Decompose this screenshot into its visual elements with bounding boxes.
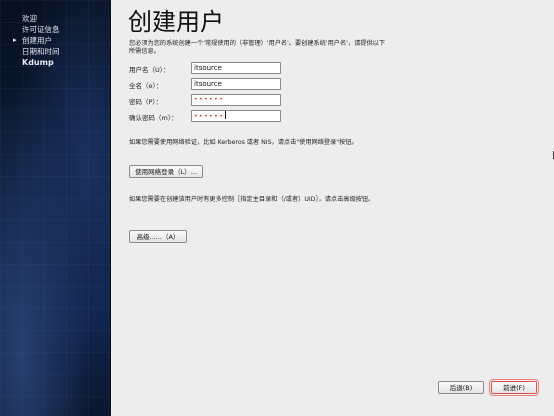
text-cursor: [225, 111, 227, 119]
advanced-text: 如果您需要在创建该用户时有更多控制［指定主目录和（/或者）UID］，请点击高级按…: [129, 196, 375, 203]
back-button[interactable]: 后退(B): [438, 381, 484, 394]
username-label: 用户名（U）：: [129, 66, 170, 74]
network-login-button[interactable]: 使用网络登录（L）...: [129, 165, 203, 178]
username-field[interactable]: itsource: [191, 62, 281, 74]
confirm-password-field[interactable]: ••••••: [191, 110, 281, 122]
sidebar-item-welcome: 欢迎: [22, 14, 37, 23]
confirm-password-value: ••••••: [194, 113, 225, 120]
advanced-button[interactable]: 高级......（A）: [129, 230, 187, 243]
sidebar-item-license: 许可证信息: [22, 25, 60, 34]
main-content: 创建用户 您必须为您的系统创建一个'常规使用的（非管理）'用户名'。要创建系统'…: [111, 0, 554, 416]
confirm-password-label: 确认密码（m）：: [129, 114, 178, 122]
sidebar-steps: 欢迎 许可证信息 创建用户 日期和时间 Kdump: [13, 13, 60, 68]
intro-text: 您必须为您的系统创建一个'常规使用的（非管理）'用户名'。要创建系统'用户名'，…: [129, 40, 386, 55]
sidebar-item-date-time: 日期和时间: [22, 47, 60, 56]
network-login-text: 如果您需要使用网络验证，比如 Kerberos 或者 NIS，请点击"使用网络登…: [129, 139, 358, 146]
forward-button[interactable]: 前进(F): [489, 379, 539, 396]
page-title: 创建用户: [128, 8, 224, 36]
fullname-label: 全名（e）：: [129, 82, 163, 90]
sidebar-item-create-user: 创建用户: [13, 35, 60, 46]
fullname-field[interactable]: itsource: [191, 78, 281, 90]
sidebar: 欢迎 许可证信息 创建用户 日期和时间 Kdump: [0, 0, 111, 416]
password-label: 密码（P）：: [129, 98, 163, 106]
sidebar-item-kdump: Kdump: [22, 58, 54, 67]
password-field[interactable]: ••••••: [191, 94, 281, 106]
